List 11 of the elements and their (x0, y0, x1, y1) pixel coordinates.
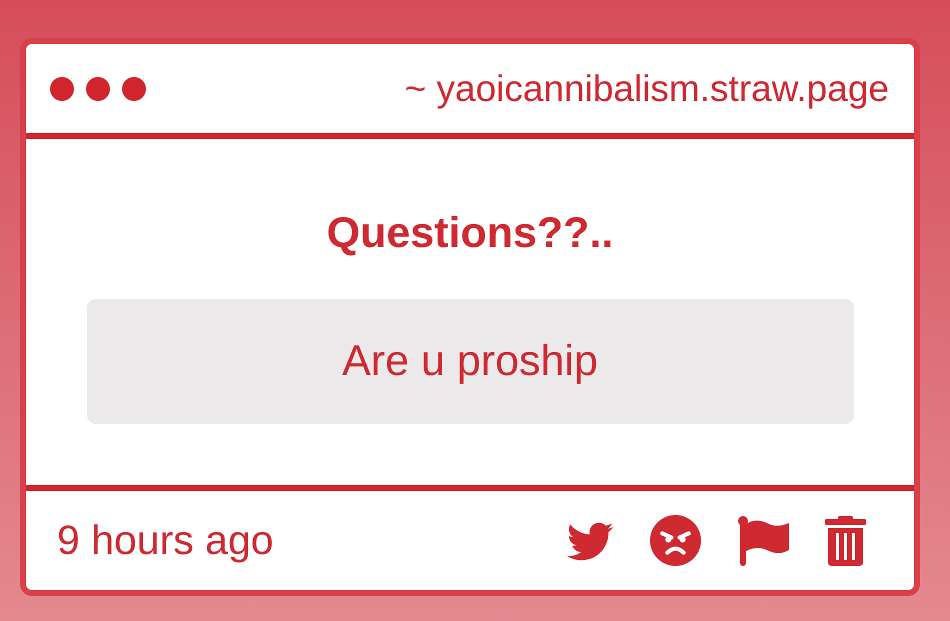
question-text: Are u proship (86, 299, 854, 424)
timestamp: 9 hours ago (57, 517, 274, 564)
trash-icon[interactable] (825, 516, 866, 566)
dot-icon (122, 76, 146, 100)
angry-face-icon[interactable] (650, 515, 701, 566)
flag-icon[interactable] (737, 516, 789, 566)
question-heading: Questions??.. (326, 208, 614, 258)
bird-icon[interactable] (565, 520, 614, 561)
page-address: ~ yaoicannibalism.straw.page (404, 68, 889, 110)
dot-icon (86, 76, 110, 100)
dot-icon (50, 76, 74, 100)
